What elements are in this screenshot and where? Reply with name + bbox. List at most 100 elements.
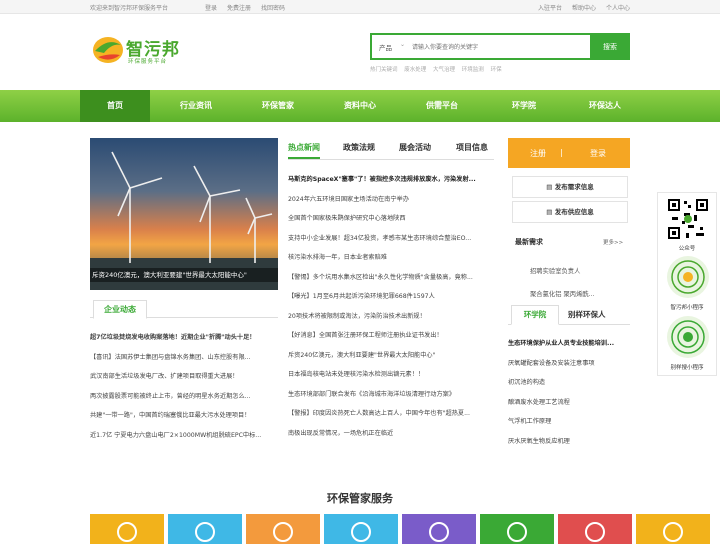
search-input[interactable] — [412, 38, 582, 56]
service-icon — [195, 522, 215, 542]
latest-demand-title: 最新需求 — [515, 238, 543, 246]
miniprogram2-label: 别样搜小程序 — [670, 365, 704, 371]
news-item[interactable]: 【警惕】多个坑用水集水区检出"永久性化学物质"含量极高，竟称... — [288, 268, 494, 288]
miniprogram-label: 智污邦小程序 — [670, 305, 704, 311]
hot-keywords: 热门关键词 废水处理 大气治理 环境监测 环保 — [370, 65, 507, 73]
company-news-item[interactable]: 超7亿垃圾焚烧发电收购案落地！近期企业"折腾"动头十足！ — [90, 328, 278, 348]
document-icon: ▤ — [546, 183, 555, 191]
news-item[interactable]: 全国首个国家极朱鹮保护研究中心落地陕西 — [288, 209, 494, 229]
nav-supply-demand[interactable]: 供需平台 — [407, 90, 477, 122]
top-bar: 欢迎来到智污邦环保服务平台 登录 免费注册 找回密码 入驻平台 帮助中心 个人中… — [0, 0, 720, 14]
search-category-select[interactable]: 产品 — [379, 42, 392, 52]
publish-demand-label: 发布需求信息 — [554, 183, 594, 191]
publish-demand-button[interactable]: ▤ 发布需求信息 — [512, 176, 628, 198]
banner-image[interactable]: 斥资240亿澳元，澳大利亚要建"世界最大太阳能中心" — [90, 138, 278, 290]
tab-policy[interactable]: 政策法规 — [343, 142, 375, 153]
company-news-list: 超7亿垃圾焚烧发电收购案落地！近期企业"折腾"动头十足！ 【喜讯】法国苏伊士集团… — [90, 328, 278, 445]
nav-industry-news[interactable]: 行业资讯 — [161, 90, 231, 122]
news-item[interactable]: 【好消息】全国首张注册环保工程师注册执业证书发出！ — [288, 326, 494, 346]
company-news-item[interactable]: 近1.7亿 宁夏电力六盘山电厂2×1000MW机组脱硫EPC中标... — [90, 426, 278, 446]
tab-academy[interactable]: 环学院 — [511, 305, 559, 325]
news-item[interactable]: 生态环境部部门联合发布《沿海城市海洋垃圾清理行动方案》 — [288, 385, 494, 405]
hot-keywords-label: 热门关键词 — [370, 67, 398, 73]
academy-item[interactable]: 厌氧罐配套设备及安装注意事项 — [508, 354, 630, 374]
news-item[interactable]: 南极出现反常情况，一场危机正在临近 — [288, 424, 494, 444]
qr-code-icon — [666, 197, 710, 241]
tab-people[interactable]: 别样环保人 — [568, 309, 606, 320]
company-news-item[interactable]: 共建"一带一路"，中国首约瑞塞俄比亚最大污水处理项目！ — [90, 406, 278, 426]
help-link[interactable]: 帮助中心 — [572, 3, 596, 12]
main-nav: 首页 行业资讯 环保管家 资料中心 供需平台 环学院 环保达人 — [0, 90, 720, 122]
nav-experts[interactable]: 环保达人 — [570, 90, 640, 122]
academy-item[interactable]: 厌水厌氧生物反应机理 — [508, 432, 630, 452]
news-item[interactable]: 斥资240亿澳元，澳大利亚要建"世界最大太阳能中心" — [288, 346, 494, 366]
personal-center-link[interactable]: 个人中心 — [606, 3, 630, 12]
more-link[interactable]: 更多>> — [603, 238, 623, 246]
academy-tabs: 环学院 别样环保人 — [508, 305, 630, 325]
tab-exhibition[interactable]: 展会活动 — [399, 142, 431, 153]
tab-hot-news[interactable]: 热点新闻 — [288, 142, 320, 159]
site-logo[interactable]: 智污邦 环保服务平台 — [92, 33, 192, 67]
nav-resources[interactable]: 资料中心 — [325, 90, 395, 122]
register-link[interactable]: 免费注册 — [227, 3, 251, 12]
academy-item[interactable]: 生态环境保护从业人员专业技能培训... — [508, 334, 630, 354]
search-button[interactable]: 搜索 — [590, 33, 630, 60]
welcome-text: 欢迎来到智污邦环保服务平台 — [90, 5, 169, 12]
search-box: 产品 ⌄ 搜索 — [370, 33, 630, 60]
publish-supply-label: 发布供应信息 — [554, 208, 594, 216]
academy-list: 生态环境保护从业人员专业技能培训... 厌氧罐配套设备及安装注意事项 初沉池的构… — [508, 334, 630, 451]
entry-link[interactable]: 入驻平台 — [538, 3, 562, 12]
banner-caption: 斥资240亿澳元，澳大利亚要建"世界最大太阳能中心" — [90, 268, 278, 282]
service-icon — [351, 522, 371, 542]
chevron-down-icon: ⌄ — [400, 41, 406, 48]
login-link[interactable]: 登录 — [205, 3, 217, 12]
official-account-label: 公众号 — [678, 246, 696, 252]
document-icon: ▤ — [546, 208, 555, 216]
service-icon — [429, 522, 449, 542]
service-icon — [663, 522, 683, 542]
login-button[interactable]: 登录 — [590, 148, 606, 159]
news-item[interactable]: 核污染水排海一年，日本业者索赔难 — [288, 248, 494, 268]
hot-keyword[interactable]: 环境监测 — [462, 67, 484, 73]
miniprogram-code-icon — [667, 316, 709, 358]
account-bar: 注册 | 登录 — [508, 138, 630, 168]
hot-keyword[interactable]: 环保 — [491, 67, 502, 73]
nav-home[interactable]: 首页 — [80, 90, 150, 122]
qr-sidebar: 公众号 智污邦小程序 别样搜小程序 — [657, 192, 717, 376]
news-item[interactable]: 【曝光】1月至6月共起诉污染环境犯罪668件1597人 — [288, 287, 494, 307]
news-item[interactable]: 日本福岛核电站未处理核污染水检测出镝元素！！ — [288, 365, 494, 385]
news-item[interactable]: 2024年六五环境日国家主场活动在南宁举办 — [288, 190, 494, 210]
company-news-item[interactable]: 两次披露股票可能被终止上市，曾经的明星水务近期怎么... — [90, 387, 278, 407]
tab-company-news[interactable]: 企业动态 — [93, 300, 147, 319]
service-title: 环保管家服务 — [327, 492, 393, 505]
nav-steward[interactable]: 环保管家 — [243, 90, 313, 122]
service-icon — [273, 522, 293, 542]
nav-academy[interactable]: 环学院 — [489, 90, 559, 122]
service-icon — [117, 522, 137, 542]
service-icon — [507, 522, 527, 542]
company-news-item[interactable]: 武汉南部生活垃圾发电厂改、扩建项目取得重大进展！ — [90, 367, 278, 387]
service-icon — [585, 522, 605, 542]
news-item[interactable]: 20项技术将被限制或淘汰，污染防治技术出新规！ — [288, 307, 494, 327]
forgot-password-link[interactable]: 找回密码 — [261, 3, 285, 12]
logo-slogan: 环保服务平台 — [128, 59, 168, 65]
academy-item[interactable]: 酿酒废水处理工艺流程 — [508, 393, 630, 413]
demand-item[interactable]: 招聘实验室负责人 — [530, 266, 580, 275]
news-item[interactable]: 支持中小企业发展！超34亿投资，孝感市某生态环境综合整治EO... — [288, 229, 494, 249]
company-news-header: 企业动态 — [90, 300, 278, 319]
news-item[interactable]: 马斯克的SpaceX"塞事"了！被指控多次违规排放废水，污染发射... — [288, 170, 494, 190]
tab-projects[interactable]: 项目信息 — [456, 142, 488, 153]
separator: | — [560, 148, 563, 157]
demand-item[interactable]: 聚合氯化铝 聚丙烯酰... — [530, 289, 595, 298]
logo-icon — [93, 37, 123, 63]
register-button[interactable]: 注册 — [530, 148, 546, 159]
publish-supply-button[interactable]: ▤ 发布供应信息 — [512, 201, 628, 223]
company-news-item[interactable]: 【喜讯】法国苏伊士集团与盘锦水务集团、山东控股有限... — [90, 348, 278, 368]
academy-item[interactable]: 初沉池的构造 — [508, 373, 630, 393]
miniprogram-code-icon — [667, 256, 709, 298]
news-item[interactable]: 【警报】印度因炎热死亡人数高达上百人，中国今年也有"超热夏... — [288, 404, 494, 424]
hot-keyword[interactable]: 废水处理 — [404, 67, 426, 73]
hot-keyword[interactable]: 大气治理 — [433, 67, 455, 73]
news-tabs: 热点新闻 政策法规 展会活动 项目信息 — [288, 138, 494, 160]
academy-item[interactable]: 气浮机工作原理 — [508, 412, 630, 432]
